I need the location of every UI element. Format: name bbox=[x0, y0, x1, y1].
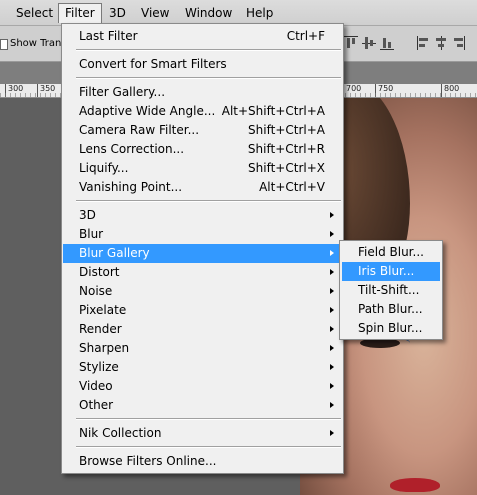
menu-item-label: Filter Gallery... bbox=[79, 85, 166, 99]
menu-separator bbox=[76, 418, 341, 420]
menu-item-label: Blur Gallery bbox=[79, 246, 150, 260]
menu-item-label: Render bbox=[79, 322, 122, 336]
submenu-item-spin-blur[interactable]: Spin Blur... bbox=[342, 319, 440, 338]
submenu-item-path-blur[interactable]: Path Blur... bbox=[342, 300, 440, 319]
filter-menu: Last Filter Ctrl+F Convert for Smart Fil… bbox=[61, 23, 344, 474]
menu-filter[interactable]: Filter bbox=[58, 3, 102, 23]
align-bottom-icon[interactable] bbox=[380, 34, 394, 52]
align-right-icon[interactable] bbox=[452, 34, 466, 52]
submenu-arrow-icon bbox=[330, 364, 334, 370]
menu-item-blur-gallery[interactable]: Blur Gallery bbox=[63, 244, 342, 263]
menu-item-camera-raw-filter[interactable]: Camera Raw Filter... Shift+Ctrl+A bbox=[63, 121, 342, 140]
menu-select[interactable]: Select bbox=[10, 3, 59, 23]
menu-item-pixelate[interactable]: Pixelate bbox=[63, 301, 342, 320]
menu-separator bbox=[76, 49, 341, 51]
align-top-icon[interactable] bbox=[344, 34, 358, 52]
menu-item-last-filter[interactable]: Last Filter Ctrl+F bbox=[63, 27, 342, 46]
menu-item-filter-gallery[interactable]: Filter Gallery... bbox=[63, 83, 342, 102]
align-horizontal-center-icon[interactable] bbox=[434, 34, 448, 52]
menu-item-label: Camera Raw Filter... bbox=[79, 123, 200, 137]
submenu-arrow-icon bbox=[330, 326, 334, 332]
submenu-item-tilt-shift[interactable]: Tilt-Shift... bbox=[342, 281, 440, 300]
menu-separator bbox=[76, 446, 341, 448]
menu-item-sharpen[interactable]: Sharpen bbox=[63, 339, 342, 358]
align-left-icon[interactable] bbox=[416, 34, 430, 52]
submenu-arrow-icon bbox=[330, 269, 334, 275]
menu-help[interactable]: Help bbox=[240, 3, 279, 23]
photo-lips bbox=[390, 478, 440, 492]
menu-item-label: Lens Correction... bbox=[79, 142, 185, 156]
submenu-arrow-icon bbox=[330, 231, 334, 237]
menu-item-label: Blur bbox=[79, 227, 104, 241]
submenu-arrow-icon bbox=[330, 307, 334, 313]
menu-item-shortcut: Alt+Ctrl+V bbox=[259, 180, 325, 194]
submenu-arrow-icon bbox=[330, 288, 334, 294]
menu-item-other[interactable]: Other bbox=[63, 396, 342, 415]
menu-item-liquify[interactable]: Liquify... Shift+Ctrl+X bbox=[63, 159, 342, 178]
submenu-arrow-icon bbox=[330, 383, 334, 389]
menu-item-label: Adaptive Wide Angle... bbox=[79, 104, 216, 118]
menu-item-adaptive-wide-angle[interactable]: Adaptive Wide Angle... Alt+Shift+Ctrl+A bbox=[63, 102, 342, 121]
align-vertical-center-icon[interactable] bbox=[362, 34, 376, 52]
submenu-item-field-blur[interactable]: Field Blur... bbox=[342, 243, 440, 262]
menu-view[interactable]: View bbox=[135, 3, 175, 23]
menu-item-shortcut: Shift+Ctrl+R bbox=[247, 142, 325, 156]
menu-item-shortcut: Shift+Ctrl+X bbox=[248, 161, 325, 175]
menu-window[interactable]: Window bbox=[179, 3, 238, 23]
menu-item-browse-filters-online[interactable]: Browse Filters Online... bbox=[63, 452, 342, 471]
menu-item-label: Nik Collection bbox=[79, 426, 162, 440]
menu-item-shortcut: Alt+Shift+Ctrl+A bbox=[221, 104, 325, 118]
menu-item-label: Noise bbox=[79, 284, 113, 298]
menu-item-lens-correction[interactable]: Lens Correction... Shift+Ctrl+R bbox=[63, 140, 342, 159]
submenu-arrow-icon bbox=[330, 402, 334, 408]
submenu-arrow-icon bbox=[330, 212, 334, 218]
submenu-arrow-icon bbox=[330, 250, 334, 256]
menu-item-blur[interactable]: Blur bbox=[63, 225, 342, 244]
menu-item-nik-collection[interactable]: Nik Collection bbox=[63, 424, 342, 443]
menu-3d[interactable]: 3D bbox=[103, 3, 132, 23]
menu-item-shortcut: Ctrl+F bbox=[286, 29, 325, 43]
menu-item-label: Liquify... bbox=[79, 161, 129, 175]
menu-item-label: Pixelate bbox=[79, 303, 127, 317]
menu-item-label: Video bbox=[79, 379, 113, 393]
menu-separator bbox=[76, 77, 341, 79]
submenu-arrow-icon bbox=[330, 430, 334, 436]
menu-separator bbox=[76, 200, 341, 202]
menu-item-shortcut: Shift+Ctrl+A bbox=[248, 123, 325, 137]
menu-item-vanishing-point[interactable]: Vanishing Point... Alt+Ctrl+V bbox=[63, 178, 342, 197]
menu-item-label: Sharpen bbox=[79, 341, 130, 355]
menu-item-stylize[interactable]: Stylize bbox=[63, 358, 342, 377]
menu-item-label: Distort bbox=[79, 265, 120, 279]
show-transform-label: Show Tran bbox=[10, 38, 62, 49]
submenu-item-iris-blur[interactable]: Iris Blur... bbox=[342, 262, 440, 281]
menu-item-video[interactable]: Video bbox=[63, 377, 342, 396]
menu-item-label: Convert for Smart Filters bbox=[79, 57, 227, 71]
menu-item-3d[interactable]: 3D bbox=[63, 206, 342, 225]
menu-item-label: Other bbox=[79, 398, 114, 412]
menu-item-convert-smart-filters[interactable]: Convert for Smart Filters bbox=[63, 55, 342, 74]
menu-item-label: 3D bbox=[79, 208, 96, 222]
menu-item-render[interactable]: Render bbox=[63, 320, 342, 339]
submenu-arrow-icon bbox=[330, 345, 334, 351]
blur-gallery-submenu: Field Blur... Iris Blur... Tilt-Shift...… bbox=[339, 240, 443, 340]
menu-item-noise[interactable]: Noise bbox=[63, 282, 342, 301]
menu-item-label: Last Filter bbox=[79, 29, 138, 43]
menu-item-label: Vanishing Point... bbox=[79, 180, 183, 194]
menu-item-label: Browse Filters Online... bbox=[79, 454, 217, 468]
menu-item-distort[interactable]: Distort bbox=[63, 263, 342, 282]
menu-item-label: Stylize bbox=[79, 360, 119, 374]
show-transform-checkbox[interactable] bbox=[0, 39, 8, 50]
